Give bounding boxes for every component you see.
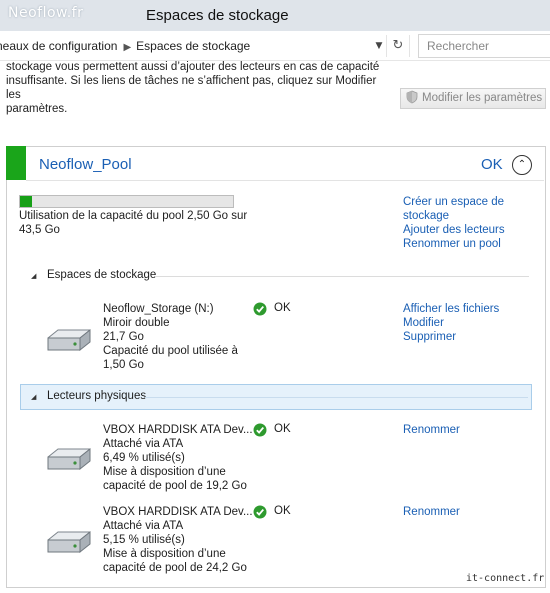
drive-connection: Attaché via ATA bbox=[103, 520, 184, 532]
drive-name: VBOX HARDDISK ATA Dev... bbox=[103, 424, 253, 436]
intro-line-3: paramètres. bbox=[6, 103, 68, 115]
section-expand-icon[interactable]: ◢ bbox=[31, 393, 36, 401]
capacity-bar bbox=[19, 195, 234, 208]
add-drives-link[interactable]: Ajouter des lecteurs bbox=[403, 223, 505, 237]
chevron-down-icon[interactable]: ▼ bbox=[372, 38, 386, 54]
storage-space-details: Neoflow_Storage (N:) Miroir double 21,7 … bbox=[103, 302, 238, 372]
drive-capacity-label: Mise à disposition d’une bbox=[103, 548, 226, 560]
collapse-chevron-up-icon[interactable]: ⌃ bbox=[512, 155, 532, 175]
neoflow-logo: Neoflow.fr bbox=[8, 5, 84, 21]
drive-capacity-label: Mise à disposition d’une bbox=[103, 466, 226, 478]
space-status: OK bbox=[274, 302, 291, 314]
physical-drives-header[interactable]: Lecteurs physiques bbox=[47, 390, 146, 402]
modify-settings-button[interactable]: Modifier les paramètres bbox=[400, 88, 546, 109]
create-space-link-cont[interactable]: stockage bbox=[403, 209, 505, 223]
intro-line-1: stockage vous permettent aussi d’ajouter… bbox=[6, 61, 380, 73]
space-resiliency: Miroir double bbox=[103, 317, 170, 329]
drive-usage: 5,15 % utilisé(s) bbox=[103, 534, 185, 546]
rename-pool-link[interactable]: Renommer un pool bbox=[403, 237, 505, 251]
hard-drive-icon bbox=[47, 328, 91, 352]
rename-drive-link[interactable]: Renommer bbox=[403, 505, 460, 519]
delete-space-link[interactable]: Supprimer bbox=[403, 330, 499, 344]
rename-drive-link[interactable]: Renommer bbox=[403, 423, 460, 437]
drive-name: VBOX HARDDISK ATA Dev... bbox=[103, 506, 253, 518]
breadcrumb-item-storage-spaces[interactable]: Espaces de stockage bbox=[136, 39, 250, 53]
capacity-fill bbox=[20, 196, 32, 207]
section-divider bbox=[145, 397, 528, 398]
drive-usage: 6,49 % utilisé(s) bbox=[103, 452, 185, 464]
pool-status-bar bbox=[6, 146, 26, 180]
modify-settings-label: Modifier les paramètres bbox=[422, 92, 543, 104]
hard-drive-icon bbox=[47, 530, 91, 554]
capacity-line-1: Utilisation de la capacité du pool 2,50 … bbox=[19, 210, 248, 222]
create-space-link[interactable]: Créer un espace de bbox=[403, 195, 505, 209]
space-pool-usage: Capacité du pool utilisée à bbox=[103, 345, 238, 357]
physical-drive-details: VBOX HARDDISK ATA Dev... Attaché via ATA… bbox=[103, 505, 253, 575]
pool-status: OK bbox=[481, 156, 503, 173]
pool-tasks: Créer un espace de stockage Ajouter des … bbox=[403, 195, 505, 251]
capacity-text: Utilisation de la capacité du pool 2,50 … bbox=[19, 209, 247, 237]
ok-check-icon bbox=[253, 423, 267, 437]
storage-spaces-header[interactable]: Espaces de stockage bbox=[47, 269, 156, 281]
space-actions: Afficher les fichiers Modifier Supprimer bbox=[403, 302, 499, 344]
space-size: 21,7 Go bbox=[103, 331, 144, 343]
view-files-link[interactable]: Afficher les fichiers bbox=[403, 302, 499, 316]
capacity-line-2: 43,5 Go bbox=[19, 224, 60, 236]
refresh-icon[interactable]: ↻ bbox=[386, 35, 410, 57]
window-title: Espaces de stockage bbox=[146, 7, 289, 24]
breadcrumb-item-control-panel[interactable]: neaux de configuration bbox=[0, 39, 117, 53]
hard-drive-icon bbox=[47, 447, 91, 471]
pool-name: Neoflow_Pool bbox=[39, 156, 132, 173]
drive-status: OK bbox=[274, 505, 291, 517]
breadcrumb: neaux de configuration ▶ Espaces de stocka… bbox=[0, 39, 250, 53]
drive-capacity-value: capacité de pool de 24,2 Go bbox=[103, 562, 247, 574]
ok-check-icon bbox=[253, 302, 267, 316]
space-name: Neoflow_Storage (N:) bbox=[103, 303, 214, 315]
search-input[interactable]: Rechercher bbox=[418, 34, 550, 58]
search-placeholder: Rechercher bbox=[427, 39, 490, 53]
intro-text: stockage vous permettent aussi d’ajouter… bbox=[6, 60, 386, 116]
shield-icon bbox=[406, 90, 418, 104]
modify-space-link[interactable]: Modifier bbox=[403, 316, 499, 330]
ok-check-icon bbox=[253, 505, 267, 519]
watermark: it-connect.fr bbox=[466, 573, 545, 584]
chevron-right-icon[interactable]: ▶ bbox=[123, 42, 131, 53]
drive-connection: Attaché via ATA bbox=[103, 438, 184, 450]
drive-capacity-value: capacité de pool de 19,2 Go bbox=[103, 480, 247, 492]
drive-status: OK bbox=[274, 423, 291, 435]
section-divider bbox=[155, 276, 529, 277]
space-pool-usage-value: 1,50 Go bbox=[103, 359, 144, 371]
intro-line-2: insuffisante. Si les liens de tâches ne … bbox=[6, 75, 377, 101]
section-expand-icon[interactable]: ◢ bbox=[31, 272, 36, 280]
physical-drive-details: VBOX HARDDISK ATA Dev... Attaché via ATA… bbox=[103, 423, 253, 493]
